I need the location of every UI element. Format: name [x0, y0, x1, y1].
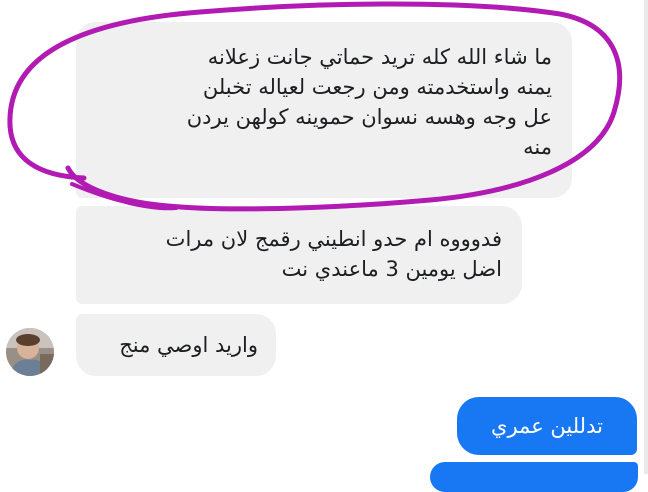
message-bubble-outgoing[interactable]: تدللين عمري [457, 397, 637, 455]
message-bubble-incoming[interactable]: ما شاء الله كله تريد حماتي جانت زعلانه ي… [76, 22, 572, 198]
message-bubble-incoming[interactable]: واريد اوصي منج [76, 314, 276, 376]
scrollbar-track[interactable] [644, 0, 648, 474]
message-bubble-outgoing[interactable] [430, 462, 638, 492]
avatar-photo-icon [6, 328, 54, 376]
message-bubble-incoming[interactable]: فدوووه ام حدو انطيني رقمج لان مرات اضل ي… [76, 206, 522, 304]
sender-avatar[interactable] [6, 328, 54, 376]
chat-thread: ما شاء الله كله تريد حماتي جانت زعلانه ي… [0, 0, 648, 492]
